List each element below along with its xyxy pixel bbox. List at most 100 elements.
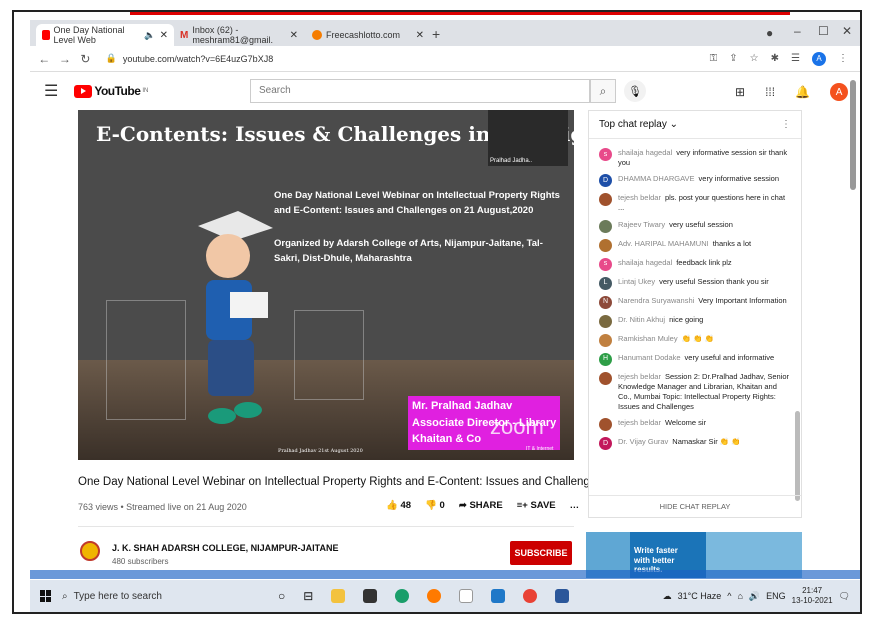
create-video-icon[interactable]: ⊞	[735, 85, 745, 99]
key-icon[interactable]: ⚿	[710, 53, 718, 64]
forward-icon[interactable]: →	[59, 52, 72, 66]
weather-text[interactable]: 31°C Haze	[678, 591, 722, 601]
chat-author-name[interactable]: shailaja hagedal	[618, 258, 672, 267]
chat-author-avatar[interactable]	[599, 418, 612, 431]
new-tab-button[interactable]: +	[432, 26, 440, 42]
search-input[interactable]: Search	[250, 79, 590, 103]
chat-author-name[interactable]: Dr. Nitin Akhuj	[618, 315, 665, 324]
reload-icon[interactable]: ↻	[79, 52, 92, 66]
youtube-logo[interactable]: YouTube IN	[74, 84, 148, 98]
microphone-icon[interactable]: 🎙	[624, 80, 646, 102]
dislike-button[interactable]: 👎 0	[425, 500, 445, 511]
browser-menu-icon[interactable]: ⋮	[838, 53, 848, 64]
share-page-icon[interactable]: ⇪	[729, 53, 737, 64]
channel-name[interactable]: J. K. SHAH ADARSH COLLEGE, NIJAMPUR-JAIT…	[112, 543, 339, 553]
chat-author-name[interactable]: Hanumant Dodake	[618, 353, 681, 362]
chat-author-name[interactable]: Narendra Suryawanshi	[618, 296, 694, 305]
tab-youtube[interactable]: One Day National Level Web 🔈 ✕	[36, 24, 174, 46]
notification-center-icon[interactable]: 🗨	[839, 591, 850, 602]
chat-author-avatar[interactable]: D	[599, 174, 612, 188]
chat-author-avatar[interactable]: s	[599, 148, 612, 161]
taskbar-search[interactable]: ⌕ Type here to search	[62, 580, 232, 612]
network-icon[interactable]: ⌂	[737, 591, 742, 601]
dislike-count: 0	[439, 500, 445, 511]
chrome-icon[interactable]	[523, 589, 538, 603]
search-icon[interactable]: ⌕	[590, 79, 616, 103]
chat-author-avatar[interactable]	[599, 238, 612, 252]
video-player[interactable]: E-Contents: Issues & Challenges in Copyr…	[78, 110, 574, 460]
chat-author-avatar[interactable]	[599, 219, 612, 233]
like-button[interactable]: 👍 48	[386, 500, 411, 511]
maximize-button[interactable]: ☐	[818, 24, 829, 38]
chat-author-avatar[interactable]: H	[599, 352, 612, 366]
hide-chat-replay-button[interactable]: HIDE CHAT REPLAY	[589, 495, 801, 517]
mail-icon[interactable]	[491, 589, 506, 603]
share-button[interactable]: ➦ SHARE	[459, 500, 503, 511]
chat-header[interactable]: Top chat replay ⌄ ⋮	[589, 111, 801, 139]
task-view-icon[interactable]: ⊟	[303, 589, 313, 603]
language-indicator[interactable]: ENG	[766, 591, 786, 601]
file-explorer-icon[interactable]	[331, 589, 346, 603]
chat-message: Adv. HARIPAL MAHAMUNI thanks a lot	[589, 236, 801, 255]
chevron-up-icon[interactable]: ^	[727, 591, 731, 601]
divider	[78, 526, 574, 527]
chat-author-name[interactable]: shailaja hagedal	[618, 148, 672, 157]
chat-author-avatar[interactable]: D	[599, 437, 612, 450]
chat-message-body: Dr. Vijay Gurav Namaskar Sir 👏 👏	[618, 437, 741, 450]
close-window-button[interactable]: ✕	[842, 24, 852, 38]
chat-author-avatar[interactable]	[599, 371, 612, 385]
chat-author-name[interactable]: Adv. HARIPAL MAHAMUNI	[618, 239, 709, 248]
account-avatar[interactable]: A	[830, 83, 849, 101]
edge-icon[interactable]	[395, 589, 410, 603]
reading-list-icon[interactable]: ☰	[791, 53, 800, 64]
cortana-icon[interactable]: ○	[278, 589, 285, 603]
chat-author-name[interactable]: tejesh beldar	[618, 372, 661, 381]
firefox-icon[interactable]	[427, 589, 442, 603]
chat-author-avatar[interactable]: N	[599, 295, 612, 309]
close-tab-icon[interactable]: ✕	[416, 30, 424, 41]
chat-author-name[interactable]: Dr. Vijay Gurav	[618, 437, 668, 446]
chat-author-avatar[interactable]	[599, 333, 612, 347]
chat-author-name[interactable]: tejesh beldar	[618, 193, 661, 202]
freecashlotto-favicon-icon	[312, 30, 322, 40]
extensions-icon[interactable]: ✱	[771, 53, 779, 64]
minimize-button[interactable]: –	[794, 24, 801, 38]
notifications-bell-icon[interactable]: 🔔	[795, 85, 810, 99]
chat-author-name[interactable]: Lintaj Ukey	[618, 277, 655, 286]
subscribe-button[interactable]: SUBSCRIBE	[510, 541, 572, 565]
url-field[interactable]: 🔒 youtube.com/watch?v=6E4uzG7bXJ8	[100, 49, 710, 69]
word-icon[interactable]	[555, 589, 570, 603]
chat-scrollbar[interactable]	[795, 411, 800, 501]
chat-author-name[interactable]: Rajeev Tiwary	[618, 220, 665, 229]
clock[interactable]: 21:47 13-10-2021	[792, 586, 833, 607]
hamburger-menu-icon[interactable]: ☰	[44, 81, 58, 101]
chat-author-avatar[interactable]	[599, 314, 612, 328]
close-tab-icon[interactable]: ✕	[290, 30, 298, 41]
chat-author-name[interactable]: Ramkishan Muley	[618, 334, 678, 343]
page-scrollbar[interactable]	[850, 80, 856, 190]
audio-icon[interactable]: 🔈	[144, 30, 155, 41]
chat-author-avatar[interactable]	[599, 193, 612, 207]
tab-gmail[interactable]: M Inbox (62) - meshram81@gmail. ✕	[174, 24, 304, 46]
save-button[interactable]: ≡+ SAVE	[517, 500, 556, 511]
more-actions-icon[interactable]: …	[570, 500, 580, 511]
bookmark-star-icon[interactable]: ☆	[750, 53, 759, 64]
app-icon[interactable]	[459, 589, 474, 603]
chat-author-name[interactable]: tejesh beldar	[618, 418, 661, 427]
store-icon[interactable]	[363, 589, 378, 603]
profile-dot-icon[interactable]: ●	[766, 26, 773, 40]
chat-author-avatar[interactable]: L	[599, 276, 612, 290]
chat-menu-icon[interactable]: ⋮	[781, 119, 791, 130]
windows-start-icon[interactable]	[40, 590, 52, 602]
chat-author-name[interactable]: DHAMMA DHARGAVE	[618, 174, 695, 183]
tab-freecashlotto[interactable]: Freecashlotto.com ✕	[306, 24, 430, 46]
chat-message-body: Lintaj Ukey very useful Session thank you…	[618, 277, 769, 290]
apps-grid-icon[interactable]: ⁞⁞⁞	[765, 85, 775, 99]
close-tab-icon[interactable]: ✕	[160, 30, 168, 41]
chat-author-avatar[interactable]: s	[599, 257, 612, 271]
channel-avatar[interactable]	[80, 541, 100, 561]
volume-icon[interactable]: 🔊	[749, 591, 760, 602]
back-icon[interactable]: ←	[38, 52, 51, 66]
profile-avatar[interactable]: A	[812, 51, 826, 66]
share-label: SHARE	[469, 500, 503, 511]
